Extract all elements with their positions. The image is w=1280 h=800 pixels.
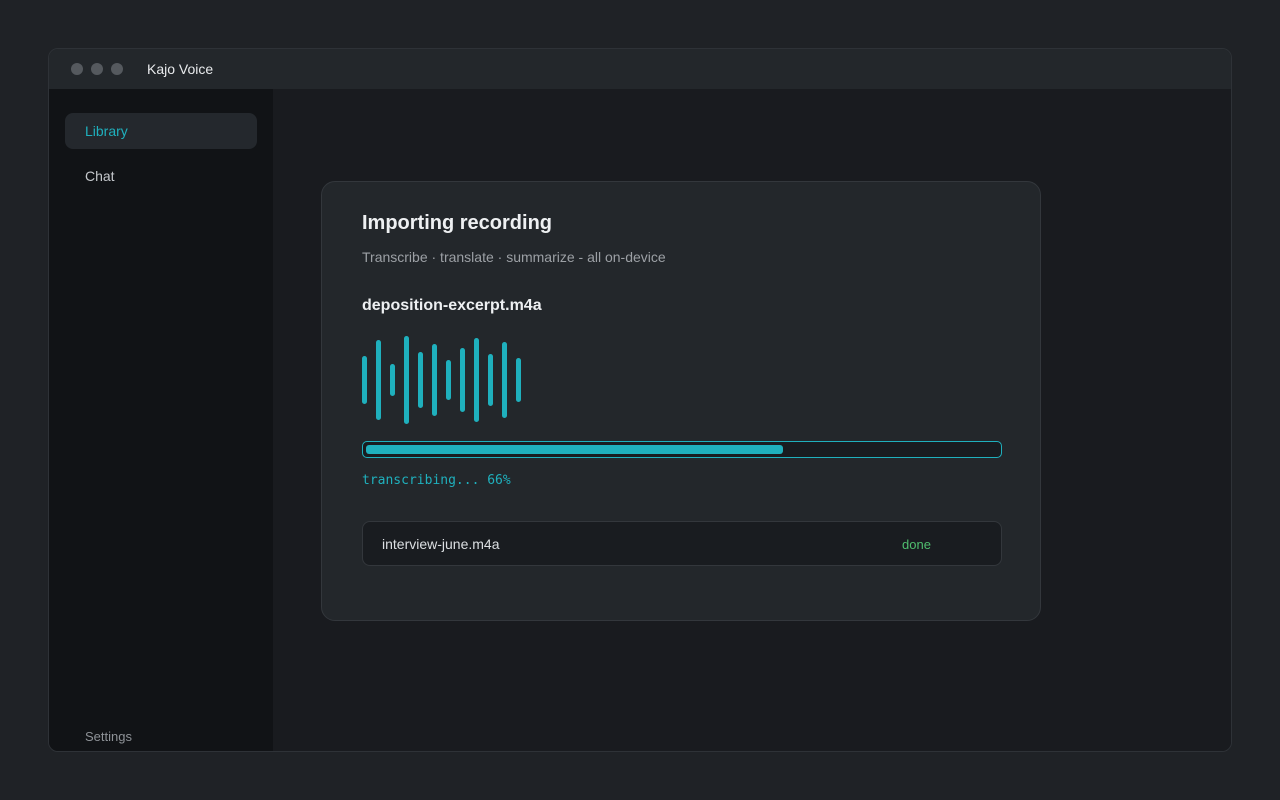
waveform-bar — [362, 356, 367, 404]
progress-fill — [366, 445, 783, 454]
waveform-bar — [446, 360, 451, 400]
app-title: Kajo Voice — [147, 61, 214, 77]
waveform-bar — [432, 344, 437, 416]
waveform-bar — [376, 340, 381, 420]
status-badge: done — [902, 537, 931, 552]
waveform-icon — [362, 334, 532, 424]
progress-bar — [362, 441, 1002, 458]
queue-file-name: interview-june.m4a — [382, 536, 500, 552]
waveform-bar — [404, 336, 409, 424]
waveform-bar — [390, 364, 395, 396]
card-title: Importing recording — [362, 212, 552, 234]
progress-status: transcribing... 66% — [362, 473, 511, 488]
app-window: Kajo Voice Library Chat Settings Importi… — [48, 48, 1232, 752]
waveform-bar — [488, 354, 493, 406]
waveform-bar — [460, 348, 465, 412]
sidebar: Library Chat Settings — [49, 89, 273, 751]
close-window-button[interactable] — [71, 63, 83, 75]
list-item[interactable]: interview-june.m4a done — [362, 521, 1002, 566]
waveform-bar — [418, 352, 423, 408]
waveform-bar — [502, 342, 507, 418]
sidebar-item-library[interactable]: Library — [65, 113, 257, 149]
minimize-window-button[interactable] — [91, 63, 103, 75]
sidebar-item-label: Library — [85, 123, 128, 139]
sidebar-item-chat[interactable]: Chat — [65, 158, 257, 194]
waveform-bar — [474, 338, 479, 422]
zoom-window-button[interactable] — [111, 63, 123, 75]
main-content: Importing recording Transcribe · transla… — [273, 89, 1231, 751]
title-bar: Kajo Voice — [49, 49, 1231, 89]
window-controls — [71, 63, 123, 75]
sidebar-item-settings[interactable]: Settings — [85, 729, 132, 744]
import-card: Importing recording Transcribe · transla… — [321, 181, 1041, 621]
sidebar-item-label: Chat — [85, 168, 115, 184]
card-subtitle: Transcribe · translate · summarize - all… — [362, 249, 666, 265]
waveform-bar — [516, 358, 521, 402]
file-name: deposition-excerpt.m4a — [362, 297, 542, 314]
